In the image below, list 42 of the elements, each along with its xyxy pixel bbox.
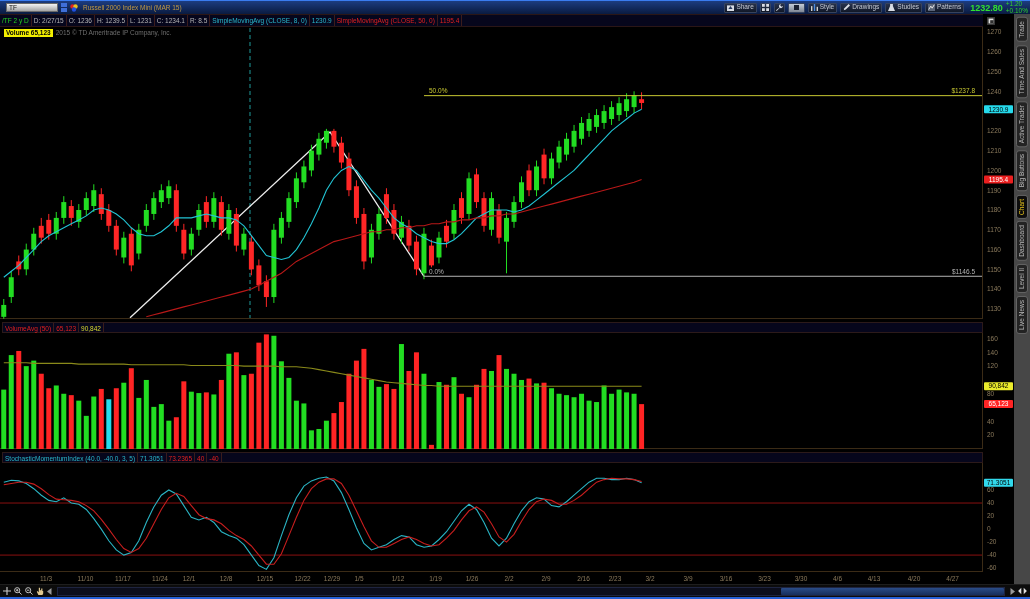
right-arrow-icon[interactable] <box>1010 587 1015 595</box>
color-dots-icon[interactable] <box>70 3 78 12</box>
left-arrow-icon[interactable] <box>47 587 52 595</box>
zoom-out-icon[interactable] <box>25 587 33 595</box>
trend-line[interactable] <box>129 130 425 319</box>
wrench-icon <box>775 4 783 11</box>
candlestick <box>444 219 449 249</box>
candlestick <box>481 191 487 233</box>
candlestick <box>511 195 517 229</box>
candlestick <box>526 164 532 197</box>
candlestick <box>534 160 539 197</box>
zoom-in-icon[interactable] <box>14 587 22 595</box>
pencil-icon <box>843 4 851 11</box>
bars-icon <box>810 4 818 11</box>
zigzag-icon <box>928 4 935 11</box>
candlestick <box>504 211 509 274</box>
last-price: 1232.80 <box>970 2 1003 13</box>
candlestick <box>451 203 457 241</box>
candlestick <box>489 191 494 237</box>
share-icon <box>727 4 735 11</box>
candlestick <box>541 148 547 185</box>
candlestick <box>474 167 479 209</box>
scrollbar[interactable] <box>57 586 1005 596</box>
reference-line[interactable] <box>423 95 983 97</box>
candlestick <box>459 191 464 225</box>
candlestick <box>496 203 502 245</box>
panel-icon[interactable] <box>987 16 995 25</box>
square-button[interactable] <box>787 2 805 13</box>
flask-icon <box>888 4 896 11</box>
reference-line[interactable] <box>423 275 983 277</box>
hand-icon[interactable] <box>36 587 44 595</box>
grid-icon <box>761 4 769 11</box>
candlestick <box>639 91 645 110</box>
candlestick <box>436 231 442 264</box>
candlestick <box>466 171 472 221</box>
candlestick <box>519 175 524 209</box>
settings-button[interactable] <box>773 2 785 13</box>
expand-icon[interactable] <box>1018 587 1027 595</box>
grid-button[interactable] <box>759 2 771 13</box>
date-marker-line[interactable] <box>249 27 251 319</box>
crosshair-icon[interactable] <box>3 587 11 595</box>
scrollbar-thumb[interactable] <box>781 587 1004 595</box>
